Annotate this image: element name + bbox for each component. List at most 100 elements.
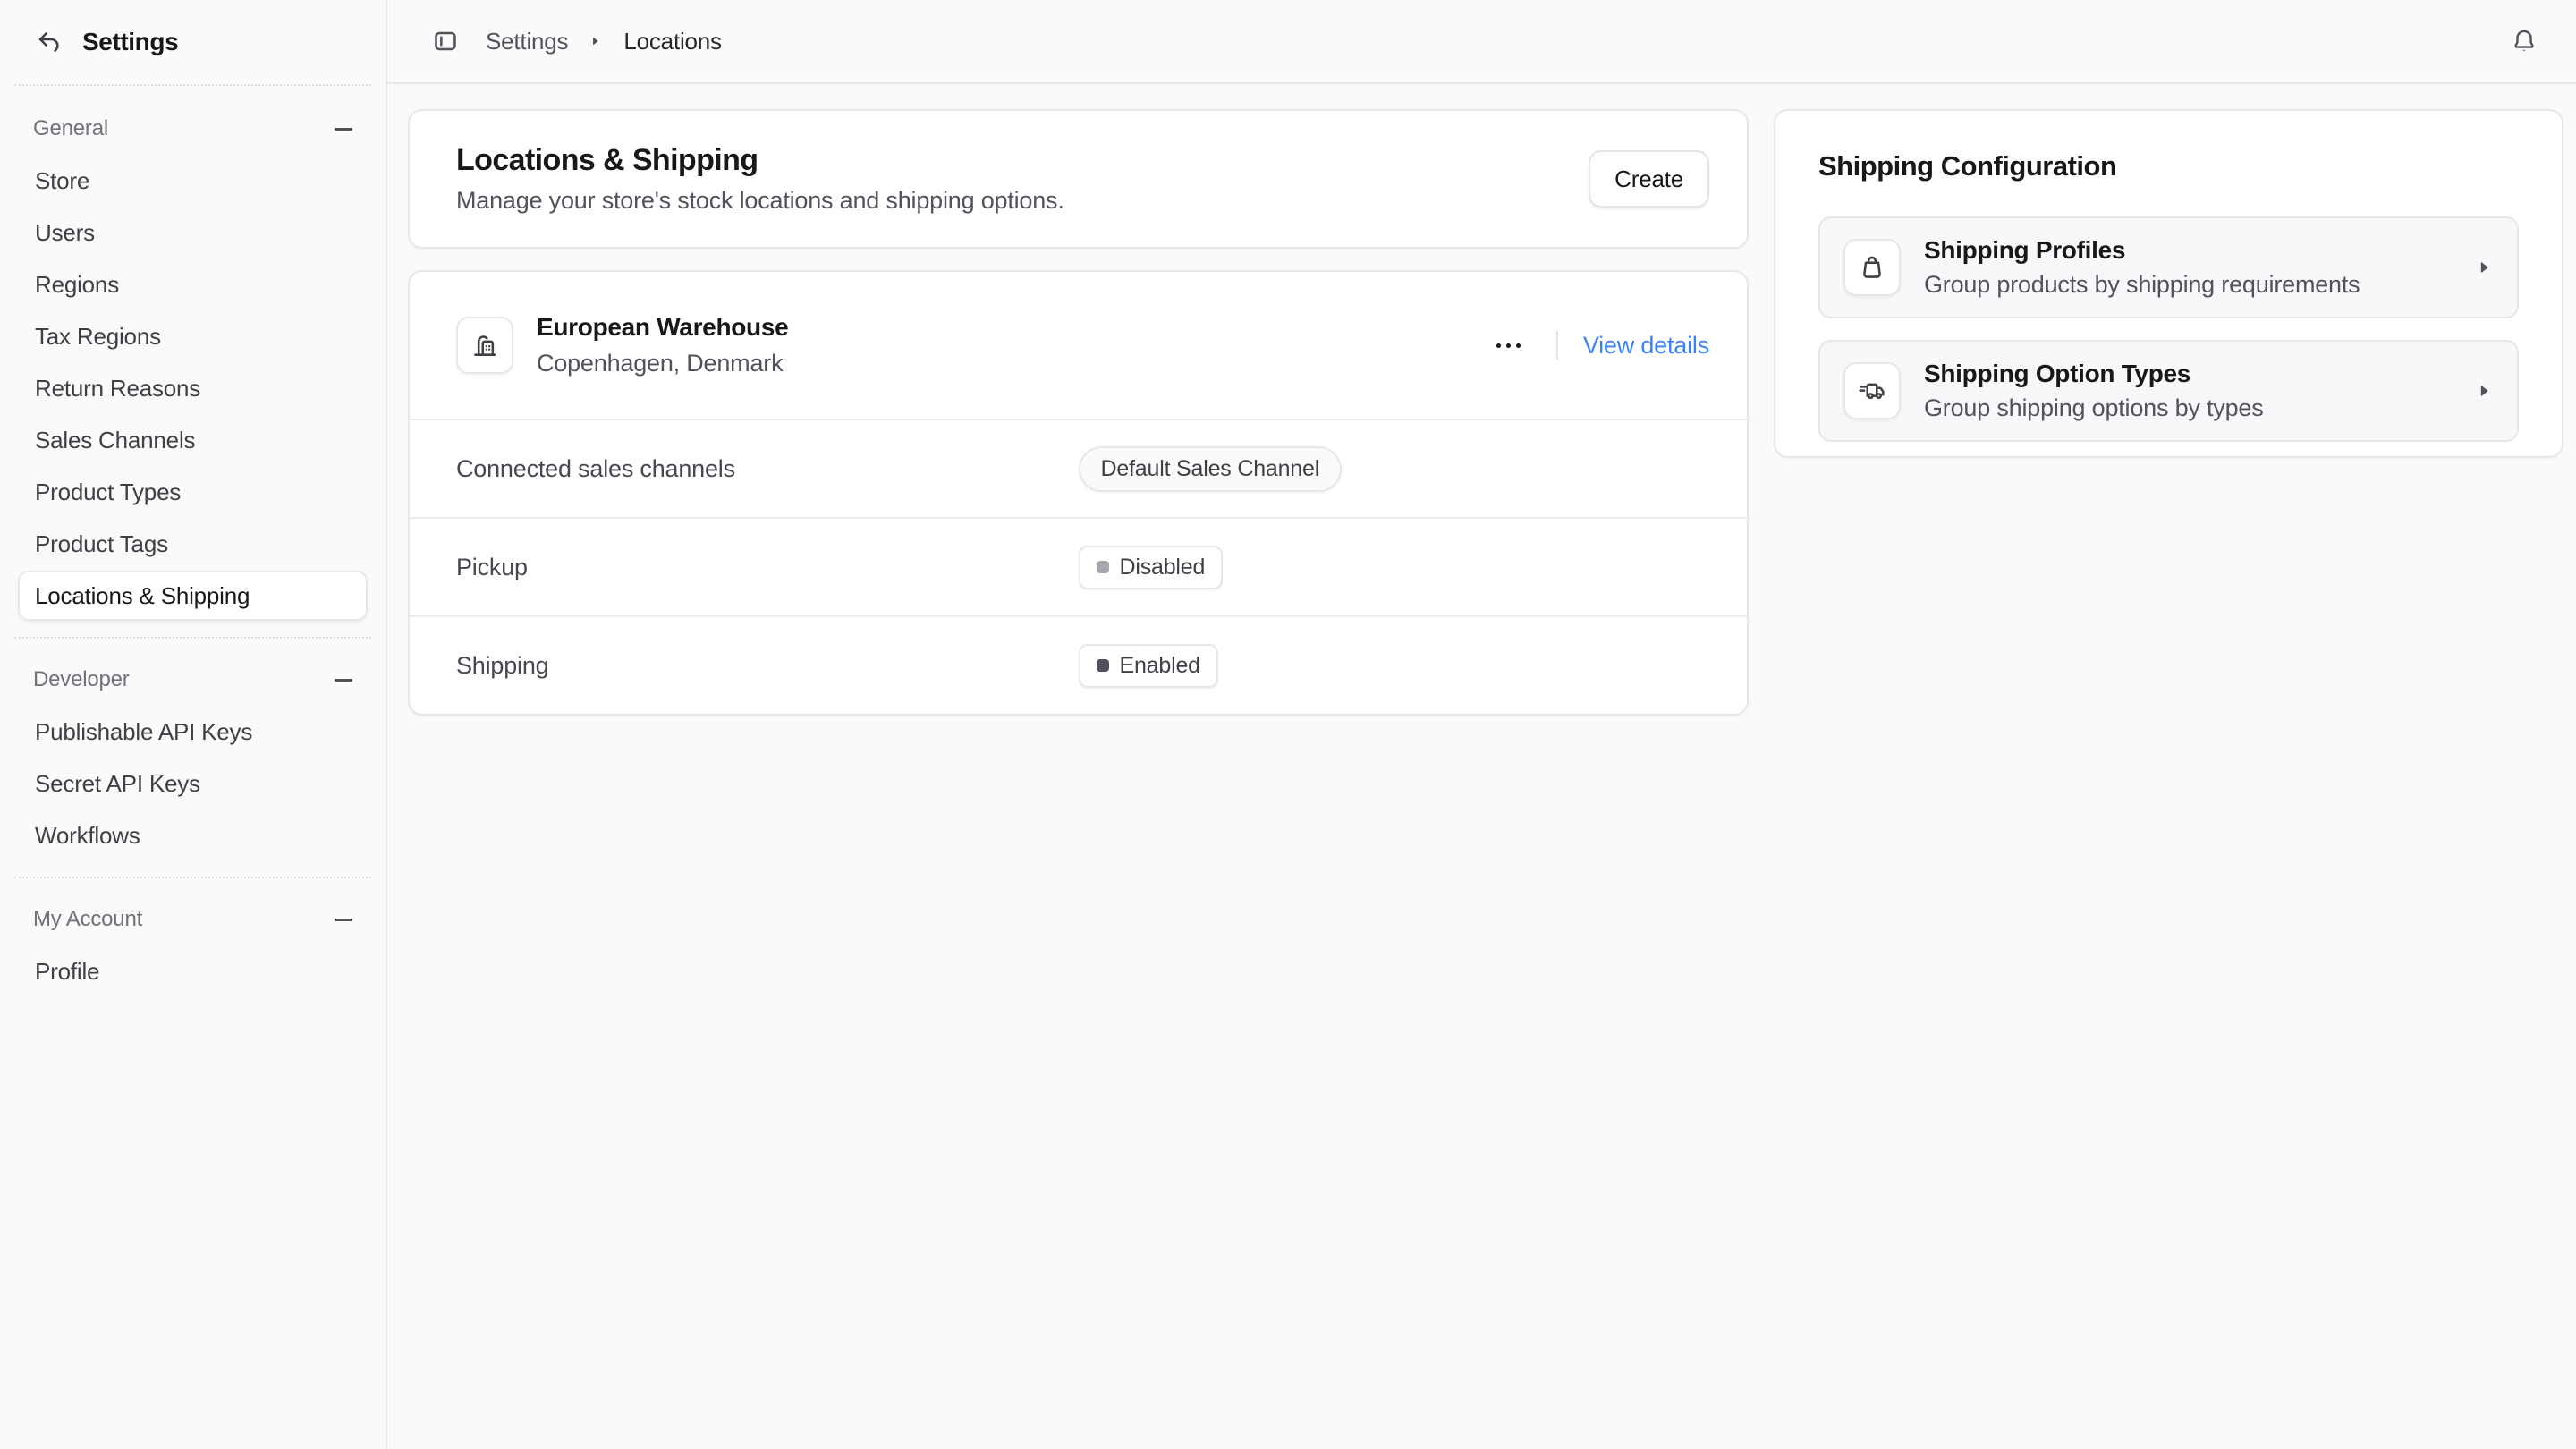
breadcrumb-locations: Locations xyxy=(623,28,722,55)
sales-channel-badge: Default Sales Channel xyxy=(1079,446,1343,492)
fast-truck-icon xyxy=(1857,376,1887,406)
sales-channels-row: Connected sales channels Default Sales C… xyxy=(410,419,1747,517)
config-item-title: Shipping Profiles xyxy=(1924,236,2360,265)
row-label: Shipping xyxy=(456,652,1079,680)
buildings-icon xyxy=(470,330,500,360)
nav-section-header: Developer xyxy=(18,655,368,705)
caret-right-icon xyxy=(2476,258,2494,276)
sidebar-item-secret-api-keys[interactable]: Secret API Keys xyxy=(18,758,368,809)
sidebar-item-regions[interactable]: Regions xyxy=(18,259,368,309)
config-icon-box xyxy=(1843,239,1901,296)
settings-sidebar: Settings General Store Users Regions Tax… xyxy=(0,0,387,1449)
pickup-status-badge: Disabled xyxy=(1079,546,1224,589)
sidebar-item-store[interactable]: Store xyxy=(18,156,368,206)
topbar: Settings Locations xyxy=(387,0,2576,84)
shipping-option-types-item[interactable]: Shipping Option Types Group shipping opt… xyxy=(1818,340,2519,442)
ellipsis-icon xyxy=(1496,343,1521,348)
location-header: European Warehouse Copenhagen, Denmark xyxy=(410,272,1747,419)
back-button[interactable] xyxy=(36,29,63,55)
sidebar-item-product-tags[interactable]: Product Tags xyxy=(18,519,368,569)
create-button[interactable]: Create xyxy=(1589,150,1709,208)
status-dot-icon xyxy=(1097,561,1109,573)
panel-left-icon xyxy=(432,28,459,55)
sidebar-item-label: Return Reasons xyxy=(35,375,200,402)
page-header-card: Locations & Shipping Manage your store's… xyxy=(408,109,1749,249)
sidebar-item-label: Workflows xyxy=(35,822,140,850)
collapse-section-button[interactable] xyxy=(335,919,352,921)
sidebar-item-label: Locations & Shipping xyxy=(35,582,250,610)
shipping-configuration-title: Shipping Configuration xyxy=(1818,150,2519,182)
nav-section-header: My Account xyxy=(18,894,368,945)
status-dot-icon xyxy=(1097,659,1109,672)
badge-text: Default Sales Channel xyxy=(1101,456,1320,482)
sidebar-toggle-button[interactable] xyxy=(432,28,459,55)
sidebar-item-publishable-api-keys[interactable]: Publishable API Keys xyxy=(18,707,368,757)
row-label: Pickup xyxy=(456,554,1079,581)
locations-column: Locations & Shipping Manage your store's… xyxy=(408,109,1749,716)
sidebar-item-label: Store xyxy=(35,167,89,195)
nav-section-developer: Developer Publishable API Keys Secret AP… xyxy=(18,655,368,860)
shipping-configuration-card: Shipping Configuration Shipping Profiles… xyxy=(1774,109,2563,458)
sidebar-item-locations-shipping[interactable]: Locations & Shipping xyxy=(18,571,368,621)
bell-icon xyxy=(2510,27,2538,55)
collapse-section-button[interactable] xyxy=(335,128,352,131)
shipping-row: Shipping Enabled xyxy=(410,615,1747,714)
collapse-section-button[interactable] xyxy=(335,679,352,682)
breadcrumb-settings[interactable]: Settings xyxy=(486,28,568,55)
sidebar-item-product-types[interactable]: Product Types xyxy=(18,467,368,517)
nav-section-my-account: My Account Profile xyxy=(18,894,368,996)
sidebar-header: Settings xyxy=(0,0,386,84)
sidebar-item-workflows[interactable]: Workflows xyxy=(18,810,368,860)
sidebar-item-tax-regions[interactable]: Tax Regions xyxy=(18,311,368,361)
config-item-title: Shipping Option Types xyxy=(1924,360,2264,388)
location-card: European Warehouse Copenhagen, Denmark xyxy=(408,270,1749,716)
nav-section-label: Developer xyxy=(33,667,130,692)
sidebar-item-label: Product Types xyxy=(35,479,181,506)
main-area: Settings Locations xyxy=(387,0,2576,1449)
sidebar-item-return-reasons[interactable]: Return Reasons xyxy=(18,363,368,413)
notifications-button[interactable] xyxy=(2510,27,2538,55)
page-subtitle: Manage your store's stock locations and … xyxy=(456,187,1064,215)
sidebar-item-profile[interactable]: Profile xyxy=(18,946,368,996)
nav-section-label: My Account xyxy=(33,907,142,932)
sidebar-item-label: Regions xyxy=(35,271,119,299)
divider xyxy=(14,877,371,878)
sidebar-item-label: Publishable API Keys xyxy=(35,718,252,746)
minus-icon xyxy=(335,128,352,131)
location-menu-button[interactable] xyxy=(1486,333,1531,359)
location-address: Copenhagen, Denmark xyxy=(537,350,788,377)
sidebar-item-users[interactable]: Users xyxy=(18,208,368,258)
caret-right-icon xyxy=(2476,382,2494,400)
config-icon-box xyxy=(1843,362,1901,419)
sidebar-item-label: Secret API Keys xyxy=(35,770,200,798)
sidebar-item-sales-channels[interactable]: Sales Channels xyxy=(18,415,368,465)
sidebar-item-label: Tax Regions xyxy=(35,323,161,351)
sidebar-item-label: Profile xyxy=(35,958,99,986)
minus-icon xyxy=(335,679,352,682)
minus-icon xyxy=(335,919,352,921)
shipping-profiles-item[interactable]: Shipping Profiles Group products by ship… xyxy=(1818,216,2519,318)
pickup-row: Pickup Disabled xyxy=(410,517,1747,615)
page-title: Locations & Shipping xyxy=(456,143,1064,178)
divider xyxy=(14,637,371,639)
nav-section-general: General Store Users Regions Tax Regions … xyxy=(18,104,368,621)
sidebar-title: Settings xyxy=(82,28,178,56)
divider xyxy=(1556,331,1558,360)
location-icon-box xyxy=(456,317,513,374)
nav-section-header: General xyxy=(18,104,368,154)
undo-arrow-icon xyxy=(36,29,63,55)
content-area: Locations & Shipping Manage your store's… xyxy=(387,84,2576,1449)
row-label: Connected sales channels xyxy=(456,455,1079,483)
sidebar-item-label: Product Tags xyxy=(35,530,168,558)
shipping-status-badge: Enabled xyxy=(1079,644,1218,688)
badge-text: Disabled xyxy=(1120,555,1206,580)
sidebar-nav: General Store Users Regions Tax Regions … xyxy=(0,86,386,1009)
nav-section-label: General xyxy=(33,116,108,141)
config-item-description: Group products by shipping requirements xyxy=(1924,271,2360,299)
shopping-bag-icon xyxy=(1857,252,1887,283)
view-details-link[interactable]: View details xyxy=(1583,332,1709,360)
breadcrumb: Settings Locations xyxy=(486,28,722,55)
sidebar-item-label: Sales Channels xyxy=(35,427,195,454)
badge-text: Enabled xyxy=(1120,653,1200,679)
caret-right-icon xyxy=(589,35,602,47)
